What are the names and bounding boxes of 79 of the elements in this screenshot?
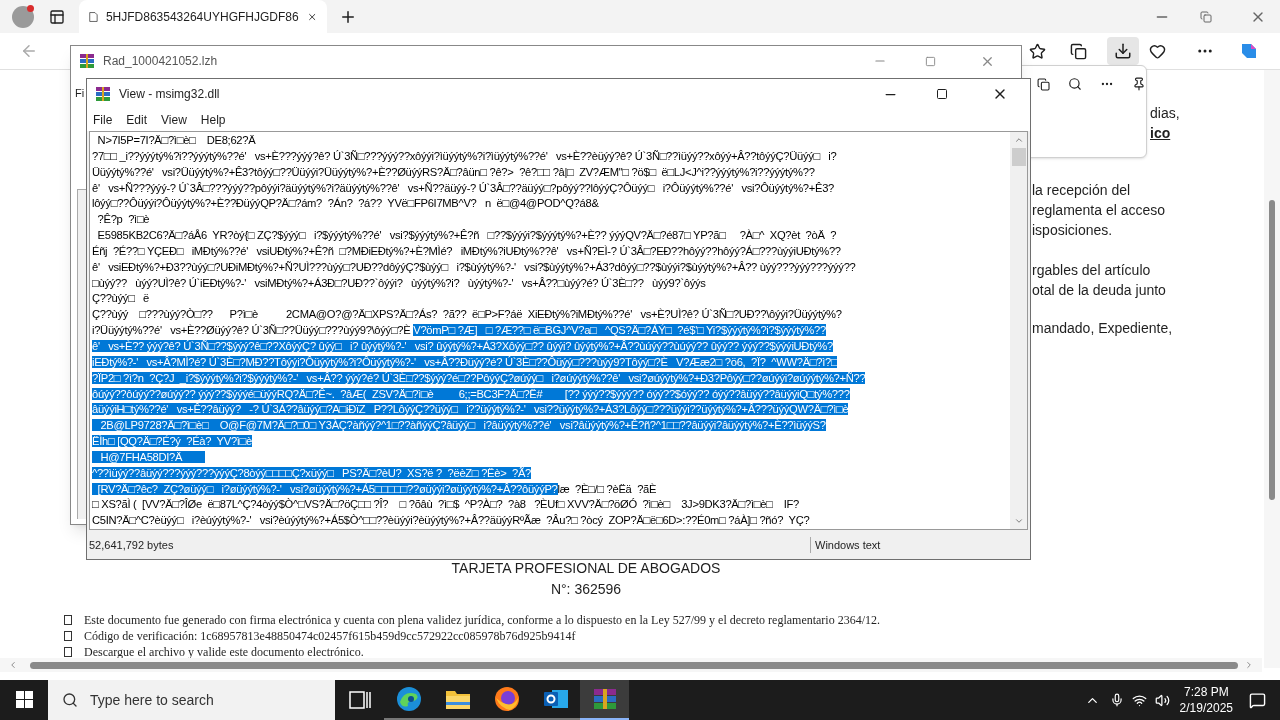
bullet-icon bbox=[64, 615, 72, 625]
clock-time[interactable]: 7:28 PM bbox=[1183, 684, 1229, 700]
window-title: View - msimg32.dll bbox=[119, 86, 220, 103]
document-icon bbox=[89, 9, 98, 24]
page-text: la recepción del bbox=[1032, 181, 1132, 200]
menu-item[interactable]: View bbox=[161, 111, 187, 129]
page-text: reglamenta el acceso bbox=[1032, 201, 1167, 220]
text-line: i?Üüýýtý%??é' vs+È??Øüýý?ê? Ú`3Ñ□??Üüýý□???ùýý9?\ôýý□?È bbox=[92, 324, 412, 337]
clock-date[interactable]: 2/19/2025 bbox=[1179, 700, 1233, 716]
taskbar-app[interactable] bbox=[580, 680, 629, 720]
bullet-text: Este documento fue generado con firma electrónica y cuenta con plena validez jurídica, conforme a lo dispuesto en la Ley 527/99 y el decreto reglamentario 2364/12. bbox=[84, 612, 881, 628]
download-icon bbox=[1114, 42, 1132, 60]
card-number: N°: 362596 bbox=[550, 580, 622, 599]
fox-globe-icon bbox=[493, 686, 520, 712]
card-title: TARJETA PROFESIONAL DE ABOGADOS bbox=[451, 559, 721, 578]
volume-icon[interactable] bbox=[1154, 692, 1170, 708]
menu-item[interactable]: Fi bbox=[75, 87, 85, 99]
tab-actions-icon[interactable] bbox=[49, 8, 65, 25]
favorite-icon[interactable] bbox=[1029, 42, 1046, 60]
archive-books-icon bbox=[591, 687, 618, 711]
search-field[interactable]: Type here to search bbox=[48, 680, 335, 720]
menu-item[interactable]: Help bbox=[200, 111, 226, 129]
browser-swirl-icon bbox=[395, 686, 422, 712]
text-line: Ç??ùýý□ ë bbox=[92, 292, 149, 305]
page-text: ico bbox=[1150, 124, 1172, 143]
downloads-button[interactable] bbox=[1107, 37, 1139, 65]
restore-icon[interactable] bbox=[1200, 10, 1212, 23]
maximize-icon[interactable] bbox=[936, 88, 948, 100]
start-icon[interactable] bbox=[16, 691, 34, 709]
status-text: 52,641,792 bytes bbox=[87, 536, 811, 554]
page-text: dias, bbox=[1150, 104, 1180, 123]
vertical-scrollbar[interactable] bbox=[1264, 70, 1280, 668]
scrollbar-thumb[interactable] bbox=[1269, 200, 1275, 500]
window-title: Rad_1000421052.lzh bbox=[103, 53, 218, 70]
text-line: ê' vsiEÐtý%?+Ð3??ùýý□?UÐiMÐtý%?+Ñ?UÌ???ùýý□?UÐ??dôýýÇ?$ùýý□ i?$ùýýtý%?-' vsi?$ùýýtý%?+Á3?dôýý□??$ùýýi?$ùýýtý%?+Â?? ùýý???ýýý???ýýý?? bbox=[92, 260, 856, 273]
archive-books-icon bbox=[79, 53, 95, 69]
scrollbar-thumb[interactable] bbox=[30, 661, 1238, 669]
menu-item[interactable]: File bbox=[93, 111, 113, 129]
page-text: isposiciones. bbox=[1032, 221, 1114, 240]
pin-icon[interactable] bbox=[1132, 76, 1146, 92]
horizontal-scrollbar[interactable] bbox=[0, 658, 1262, 672]
text-line: □ XS?ãÌ ( [VV?Ä□?ÎØe ë□87L^Ç?4òýý$Ò^□VS?Ä□?öÇ□□ ?Î? □ ?õâù ?ì□$ ^P?À□? ?à8 ?ÈUf□ XVV?Ä□?öØÓ ?ì□è□ 3J>9DK3?Ä□?ì□è□ IF? bbox=[92, 498, 800, 511]
mail-app-icon bbox=[542, 687, 569, 711]
text-line: lôýý□??Ôüýýi?Ôüýýtý%?+È??ÐüýýQP?Ä□?ám? ?Án? ?á?? YVë□FP6I7MB^V? n ë□@4@POD^Q?á8& bbox=[92, 197, 599, 210]
archive-books-icon bbox=[95, 86, 111, 102]
bullet-icon bbox=[64, 647, 72, 657]
notifications-icon[interactable] bbox=[1249, 691, 1266, 709]
page-text: rgables del artículo bbox=[1032, 261, 1152, 280]
status-text: Windows text bbox=[814, 537, 881, 553]
text-line: ?7□□ _i??ýýýtý%?i??ýýýtý%??é' vs+È???ýýý?ê? Ú`3Ñ□???ýýý??xôýýi?ìüýýtý%?i?ìüýýtý%??é' vs+È??èüýý?ê? Ú`3Ñ□??ìüýý??xôýý+Â??tôýýÇ?Üüýý□ i? bbox=[92, 149, 837, 162]
bullet-icon bbox=[64, 631, 72, 641]
folder-icon bbox=[444, 688, 471, 710]
microphone-icon[interactable] bbox=[1109, 693, 1124, 707]
text-line: Ç??ùýý □???ùýý?Ò□?? P?ì□è 2CMA@O?@?Ä□XPS?Ä□?Ás? ?ã?? ë□P>F?áë XiEÐtý%?iMÐtý%??é' vs+È?UÌ?ê? Ú`3Ñ□?UÐ??\ôýýi?Üüýýtý%? bbox=[92, 308, 842, 321]
page-text: otal de la deuda junto bbox=[1032, 281, 1167, 300]
text-line: ?Ê?p ?ì□è bbox=[96, 213, 150, 226]
page-text: mandado, Expediente, bbox=[1032, 319, 1173, 338]
text-line: C5IN?Ä□^C?èüýý□ i?èúýýtý%?-' vsi?èúýýtý%?+Á5$Ò^□□??èüýýi?èüýýtý%?+Â??äüýýRºÃæ ?Âu?□ ?òcý ZOP?Ä□ë□6D>:??É0m□ ?áÀ]□ ?ñó? YÇ? bbox=[92, 514, 810, 527]
text-line: Éñj ?É??□ YÇEÐ□ iMÐtý%??é' vsiUÐtý%?+Ê?ñ □?MÐiEÐtý%?+È?MÌé? iMÐtý%?iUÐtý%??ê' vs+Ñ?EÌ-? Ú`3Â□?EÐ??hôýý??hôýý?Á□???ùýýiUÐtý%?? bbox=[92, 244, 841, 257]
task-view-icon bbox=[348, 690, 371, 710]
text-line: Üüýýtý%??é' vsi?Üüýýtý%?+Ê3?tôýý□??Üüýýi?Üüýýtý%?+È??ØüýýRS?Ä□?âün□ ?ê?> ?ê?□□ ?â|□ ZV?ÆM"□ ?ö$□ ë□LJ<J^i??ýýýtý%?i??ýýýtý%?? bbox=[92, 165, 815, 178]
search-placeholder: Type here to search bbox=[90, 690, 214, 710]
text-line: ê' vs+Ñ???ýýý-? Ú`3Â□???ýýý??pôýýi?äüýýtý%?i?äüýýtý%??ê' vs+Ñ??äüýý-? Ú`3Â□??äüýý□?pôýý??lôýýÇ?Ôüýý□ i?Ôüýýtý%??é' vsi?Ôüýýtý%?+Ê3? bbox=[92, 181, 834, 194]
heart-icon[interactable] bbox=[1149, 42, 1166, 60]
collections-icon[interactable] bbox=[1070, 42, 1087, 60]
bullet-text: Código de verificación: 1c68957813e48850474c02457f615b459d9cc572922cc085978b76d925b9414f bbox=[84, 628, 576, 644]
copy-icon[interactable] bbox=[1037, 76, 1051, 92]
text-line: □ùýý?? ùýý?UÌ?ê? Ú`iEÐtý%?-' vsiMÐtý%?+Á3Ð□?UÐ??`ôýýi? ùýýtý%?i? ùýýtý%?-' vs+Â??□ùýý?é? Ú`3È□?? ùýý9?`ôýýs bbox=[92, 276, 706, 289]
profile-avatar[interactable] bbox=[12, 5, 34, 28]
scrollbar-thumb[interactable] bbox=[1011, 148, 1026, 166]
menu-item[interactable]: Edit bbox=[126, 111, 148, 129]
browser-tab[interactable]: 5HJFD863543264UYHGFHJGDF86 bbox=[79, 0, 327, 33]
text-line: N>7I5P=7I?Ä□?ì□è□ DE8;62?Ä bbox=[96, 134, 256, 146]
text-line: E5985KB2C6?Ä□?áÅ6 YR?òý{□ ZÇ?$ýýý□ i?$ýýýtý%??é' vsi?$ýýýtý%?+Ê?ñ □??$ýýýi?$ýýýtý%?+È?? ýýýQV?Ä□?é87□ YP?ã□ ?À□^ XQ?èt ?òÄ ? bbox=[96, 229, 837, 242]
network-icon[interactable] bbox=[1131, 692, 1147, 708]
tab-title: 5HJFD863543264UYHGFHJGDF86 bbox=[105, 8, 299, 26]
vertical-scrollbar[interactable] bbox=[1010, 132, 1027, 529]
search-icon[interactable] bbox=[1068, 76, 1083, 92]
search-icon bbox=[62, 692, 78, 708]
